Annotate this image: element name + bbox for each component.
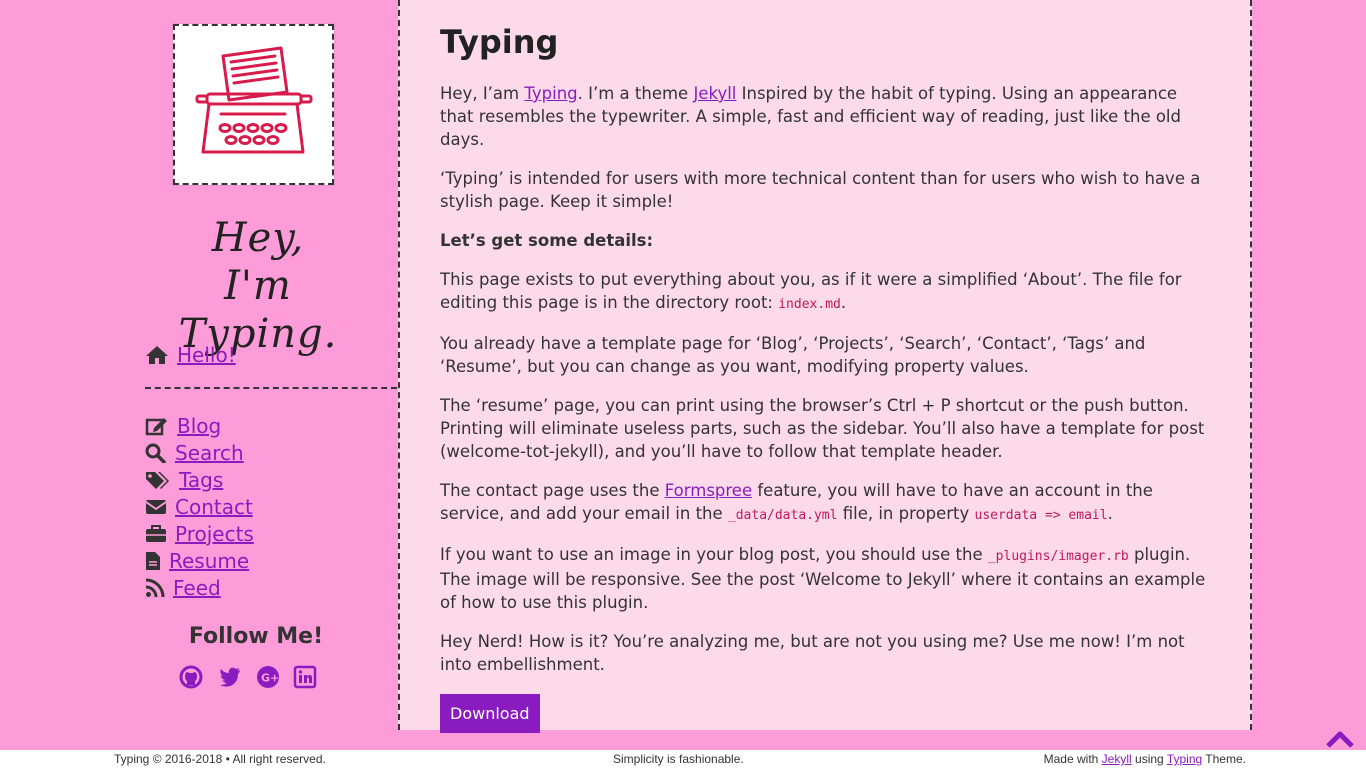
nerd-paragraph: Hey Nerd! How is it? You’re analyzing me… xyxy=(440,632,1185,674)
intro-paragraph: Hey, I’am Typing. I’m a theme Jekyll Ins… xyxy=(440,82,1210,151)
resume-paragraph: The ‘resume’ page, you can print using t… xyxy=(440,396,1205,461)
nav-link-hello[interactable]: Hello! xyxy=(177,343,236,367)
rss-icon xyxy=(145,578,165,598)
userdata-email-code: userdata => email xyxy=(974,508,1108,523)
contact-text-4: . xyxy=(1107,504,1113,523)
twitter-link[interactable] xyxy=(218,665,242,689)
contact-text-1: The contact page uses the xyxy=(440,481,665,500)
footer-typing-link[interactable]: Typing xyxy=(1167,752,1202,766)
github-icon xyxy=(179,665,203,689)
footer-theme: Theme. xyxy=(1202,752,1246,766)
intro-text-1: Hey, I’am xyxy=(440,84,525,103)
nav-item-feed[interactable]: Feed xyxy=(145,575,221,601)
jekyll-link[interactable]: Jekyll xyxy=(693,84,736,103)
nav-link-projects[interactable]: Projects xyxy=(175,522,254,546)
contact-text-3: file, in property xyxy=(837,504,975,523)
contact-paragraph: The contact page uses the Formspree feat… xyxy=(440,479,1210,527)
sidebar: Hey, I'm Typing. Hello! Blog Search Tags… xyxy=(0,0,398,750)
briefcase-icon xyxy=(146,525,166,542)
details-heading: Let’s get some details: xyxy=(440,231,654,250)
typing-link[interactable]: Typing xyxy=(524,84,577,103)
linkedin-link[interactable] xyxy=(293,665,317,689)
image-plugin-paragraph: If you want to use an image in your blog… xyxy=(440,543,1210,614)
intro-text-2: . I’m a theme xyxy=(577,84,694,103)
image-text-1: If you want to use an image in your blog… xyxy=(440,545,988,564)
site-title-line1: Hey, xyxy=(211,215,305,261)
back-to-top-button[interactable] xyxy=(1326,730,1354,748)
footer: Typing © 2016-2018 • All right reserved.… xyxy=(0,750,1366,768)
tags-icon xyxy=(146,472,169,489)
footer-copyright: Typing © 2016-2018 • All right reserved. xyxy=(114,752,326,766)
nav-link-search[interactable]: Search xyxy=(175,441,244,465)
file-icon xyxy=(146,552,160,570)
nav-item-resume[interactable]: Resume xyxy=(145,548,249,574)
edit-icon xyxy=(145,418,167,436)
footer-using: using xyxy=(1131,752,1167,766)
svg-text:G+: G+ xyxy=(261,672,279,685)
nav-link-blog[interactable]: Blog xyxy=(177,414,221,438)
imager-rb-code: _plugins/imager.rb xyxy=(987,549,1129,564)
chevron-up-icon xyxy=(1326,731,1354,748)
nav-item-contact[interactable]: Contact xyxy=(145,494,253,520)
data-yml-code: _data/data.yml xyxy=(727,508,838,523)
purpose-paragraph: ‘Typing’ is intended for users with more… xyxy=(440,169,1201,211)
nav-item-blog[interactable]: Blog xyxy=(145,413,221,439)
linkedin-icon xyxy=(293,665,317,689)
google-plus-link[interactable]: G+ xyxy=(256,665,280,689)
envelope-icon xyxy=(145,500,167,514)
nav-item-hello[interactable]: Hello! xyxy=(145,342,236,368)
typewriter-icon xyxy=(195,46,313,154)
about-paragraph: This page exists to put everything about… xyxy=(440,268,1210,316)
nav-link-resume[interactable]: Resume xyxy=(169,549,249,573)
page-title: Typing xyxy=(440,23,559,61)
nav-link-tags[interactable]: Tags xyxy=(179,468,223,492)
google-plus-icon: G+ xyxy=(257,666,279,688)
search-icon xyxy=(145,443,166,463)
nav-item-tags[interactable]: Tags xyxy=(145,467,223,493)
sidebar-divider xyxy=(145,387,397,389)
home-icon xyxy=(146,346,168,364)
footer-made-with: Made with xyxy=(1043,752,1102,766)
footer-credits: Made with Jekyll using Typing Theme. xyxy=(1044,750,1246,768)
footer-tagline: Simplicity is fashionable. xyxy=(613,752,744,766)
site-title: Hey, I'm Typing. xyxy=(140,214,376,358)
nav-item-search[interactable]: Search xyxy=(145,440,244,466)
index-md-code: index.md xyxy=(778,297,841,312)
templates-paragraph: You already have a template page for ‘Bl… xyxy=(440,334,1146,376)
nav-link-feed[interactable]: Feed xyxy=(173,576,221,600)
twitter-icon xyxy=(220,667,240,687)
formspree-link[interactable]: Formspree xyxy=(665,481,752,500)
follow-me-heading: Follow Me! xyxy=(188,624,324,649)
footer-jekyll-link[interactable]: Jekyll xyxy=(1102,752,1132,766)
nav-item-projects[interactable]: Projects xyxy=(145,521,254,547)
about-text-end: . xyxy=(840,293,847,312)
main-content: Typing Hey, I’am Typing. I’m a theme Jek… xyxy=(398,0,1252,733)
github-link[interactable] xyxy=(179,665,203,689)
download-button[interactable]: Download xyxy=(440,694,540,733)
site-logo[interactable] xyxy=(173,24,334,185)
nav-link-contact[interactable]: Contact xyxy=(175,495,253,519)
